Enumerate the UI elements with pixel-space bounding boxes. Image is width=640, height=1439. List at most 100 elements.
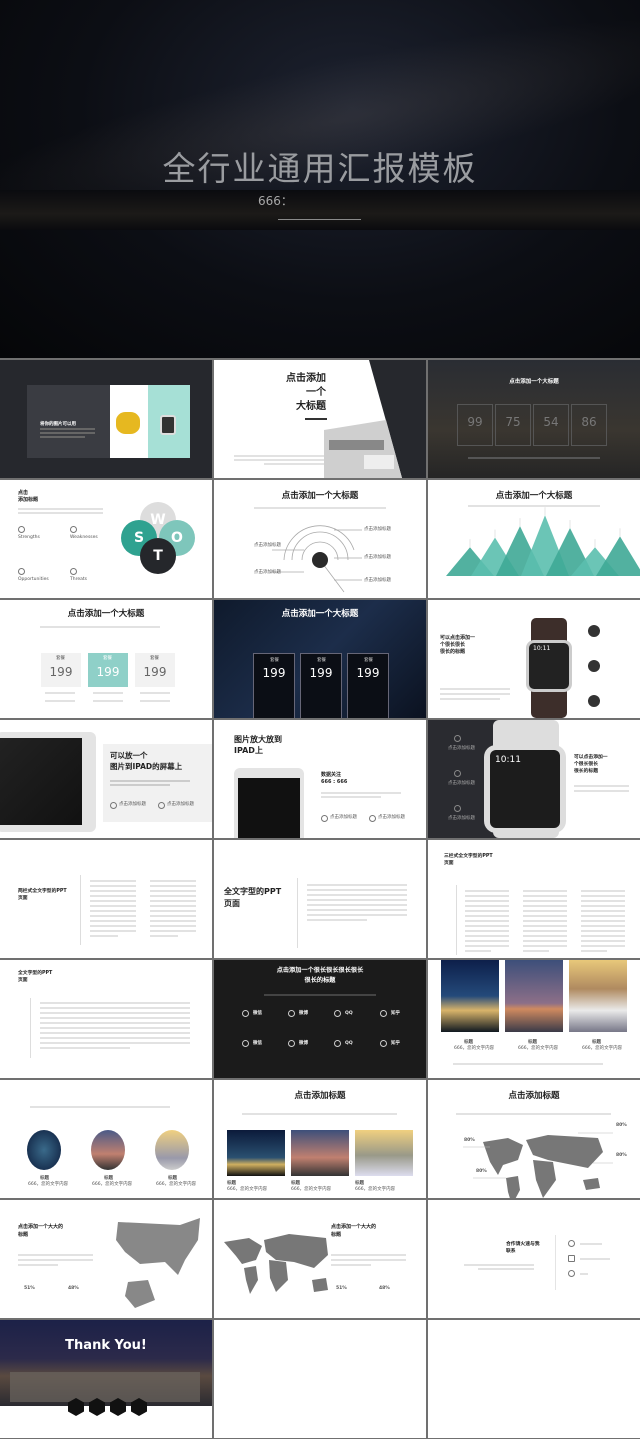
- slide-thumb-11[interactable]: 图片放大放到 IPAD上 数据关注 666 : 666 点击添加标题 点击添加标…: [214, 720, 426, 838]
- slide-thumb-16[interactable]: 全文字型的PPT 页面: [0, 960, 212, 1078]
- slide-thumb-17[interactable]: 点击添加一个很长很长很长很长 很长的标题 微信 微博 QQ 知乎 微信 微博 QQ 知乎: [214, 960, 426, 1078]
- slide-thumb-7[interactable]: 点击添加一个大标题 套餐 199 套餐 199 套餐 199: [0, 600, 212, 718]
- slide-thumb-24[interactable]: 合作请火速与我 联系: [428, 1200, 640, 1318]
- bulb-icon: [158, 802, 165, 809]
- slide-thumb-12[interactable]: 10:11 点击添加标题 点击添加标题 点击添加标题 可以点击添加一 个很长很长…: [428, 720, 640, 838]
- placeholder-line: [581, 935, 625, 937]
- price-card[interactable]: 套餐 199: [347, 653, 389, 718]
- map-percent: 80%: [616, 1123, 627, 1128]
- slide-thumb-6[interactable]: 点击添加一个大标题: [428, 480, 640, 598]
- placeholder-line: [150, 925, 196, 927]
- thank-you-title: Thank You!: [65, 1338, 147, 1353]
- slide-thumb-8[interactable]: 点击添加一个大标题 套餐 199 套餐 199 套餐 199: [214, 600, 426, 718]
- ipad-frame: [234, 768, 304, 838]
- divider: [305, 418, 327, 420]
- placeholder-line: [307, 904, 407, 906]
- slide-thumb-10[interactable]: 可以放一个 图片到IPAD的屏幕上 点击添加标题 点击添加标题: [0, 720, 212, 838]
- placeholder-line: [465, 890, 509, 892]
- placeholder-line: [523, 910, 567, 912]
- slide-thumb-19[interactable]: 标题 666，您的文字内容 标题 666，您的文字内容 标题 666，您的文字内…: [0, 1080, 212, 1198]
- social-icon-0[interactable]: [242, 1010, 249, 1017]
- slide-title: 全文字型的PPT 页面: [224, 887, 282, 908]
- price-card[interactable]: 套餐 199: [135, 653, 175, 687]
- slide-thumb-25[interactable]: Thank You!: [0, 1320, 212, 1438]
- placeholder-line: [523, 920, 567, 922]
- slide-thumb-20[interactable]: 点击添加标题 标题 666，您的文字内容 标题 666，您的文字内容 标题 66…: [214, 1080, 426, 1198]
- social-icon-1[interactable]: [288, 1010, 295, 1017]
- social-icon-2[interactable]: [334, 1040, 341, 1047]
- placeholder-line: [40, 1047, 130, 1049]
- slide-title: 可以点击添加一 个很长很长 很长的标题: [574, 755, 608, 774]
- blank-slide: [214, 1320, 426, 1438]
- placeholder-line: [465, 935, 509, 937]
- placeholder-line: [581, 905, 625, 907]
- slide-thumb-4[interactable]: 点击 添加标题 Strengths Weaknesses Opportuniti…: [0, 480, 212, 598]
- bulb-icon: [369, 815, 376, 822]
- placeholder-line: [90, 930, 136, 932]
- placeholder-line: [581, 945, 625, 947]
- placeholder-line: [90, 905, 136, 907]
- social-icon-0[interactable]: [242, 1040, 249, 1047]
- temple-photo: [355, 1130, 413, 1176]
- placeholder-line: [581, 900, 625, 902]
- stat-value: 48%: [379, 1286, 390, 1291]
- price-value: 199: [309, 666, 333, 680]
- slide-title: 点击添加 一个 大标题: [286, 373, 326, 412]
- social-label: 微博: [299, 1041, 308, 1046]
- slide-thumb-5[interactable]: 点击添加一个大标题 点击添加标题 点击添加标题 点击添加标题 点击添加标题 点击…: [214, 480, 426, 598]
- slide-thumb-22[interactable]: 点击添加一个大大的 标题 51% 48%: [0, 1200, 212, 1318]
- map-percent: 80%: [464, 1138, 475, 1143]
- placeholder-line: [150, 880, 196, 882]
- placeholder-line: [90, 880, 136, 882]
- mountain-chart: [446, 507, 640, 576]
- bridge-photo: [27, 1130, 61, 1170]
- slide-thumb-14[interactable]: 全文字型的PPT 页面: [214, 840, 426, 958]
- temple-photo: [155, 1130, 189, 1170]
- ipad-frame: [0, 732, 96, 832]
- slide-thumb-15[interactable]: 三栏式全文字型的PPT 页面: [428, 840, 640, 958]
- slide-thumb-9[interactable]: 可以点击添加一 个很长很长 很长的标题 10:11: [428, 600, 640, 718]
- social-icon-3[interactable]: [380, 1040, 387, 1047]
- social-label: QQ: [345, 1041, 353, 1046]
- diagram-label: 点击添加标题: [364, 578, 391, 583]
- tower-photo: [505, 960, 563, 1032]
- social-icon-3[interactable]: [380, 1010, 387, 1017]
- slide-thumb-18[interactable]: 标题 666，您的文字内容 标题 666，您的文字内容 标题 666，您的文字内…: [428, 960, 640, 1078]
- feature-icon: [588, 660, 600, 672]
- strengths-icon: [18, 526, 25, 533]
- cover-slide[interactable]: 全行业通用汇报模板 666：: [0, 0, 640, 358]
- bridge-photo: [227, 1130, 285, 1176]
- slide-title: 点击添加一个大标题: [281, 609, 359, 619]
- slide-thumb-21[interactable]: 点击添加标题 80% 80% 80% 80%: [428, 1080, 640, 1198]
- social-icon-1[interactable]: [288, 1040, 295, 1047]
- stat-value: 99: [467, 415, 483, 429]
- price-card[interactable]: 套餐 199: [41, 653, 81, 687]
- feature-icon: [588, 695, 600, 707]
- feature-icon: [454, 735, 461, 742]
- gear-icon: [321, 815, 328, 822]
- price-card[interactable]: 套餐 199: [253, 653, 295, 718]
- price-card[interactable]: 套餐 199: [300, 653, 342, 718]
- stat-value: 86: [581, 415, 597, 429]
- placeholder-line: [307, 899, 407, 901]
- slide-thumb-1[interactable]: 将你的图片可以用: [0, 360, 212, 478]
- placeholder-line: [523, 890, 567, 892]
- slide-thumb-3[interactable]: 点击添加一个大标题 99 75 54 86: [428, 360, 640, 478]
- temple-photo: [569, 960, 627, 1032]
- slide-thumb-13[interactable]: 两栏式全文字型的PPT 页面: [0, 840, 212, 958]
- watch-image: [160, 415, 176, 435]
- placeholder-line: [90, 935, 118, 937]
- price-card-featured[interactable]: 套餐 199: [88, 653, 128, 687]
- placeholder-line: [307, 909, 407, 911]
- world-map: [463, 1132, 613, 1198]
- stat-value: 75: [505, 415, 521, 429]
- slide-thumb-2[interactable]: 点击添加 一个 大标题: [214, 360, 426, 478]
- slide-thumb-23[interactable]: 点击添加一个大大的 标题 51% 48%: [214, 1200, 426, 1318]
- slide-title: 合作请火速与我 联系: [506, 1242, 540, 1254]
- placeholder-line: [307, 889, 407, 891]
- chart-peak: [596, 536, 640, 576]
- placeholder-line: [150, 920, 196, 922]
- placeholder-line: [40, 1012, 190, 1014]
- social-icon-2[interactable]: [334, 1010, 341, 1017]
- placeholder-line: [581, 895, 625, 897]
